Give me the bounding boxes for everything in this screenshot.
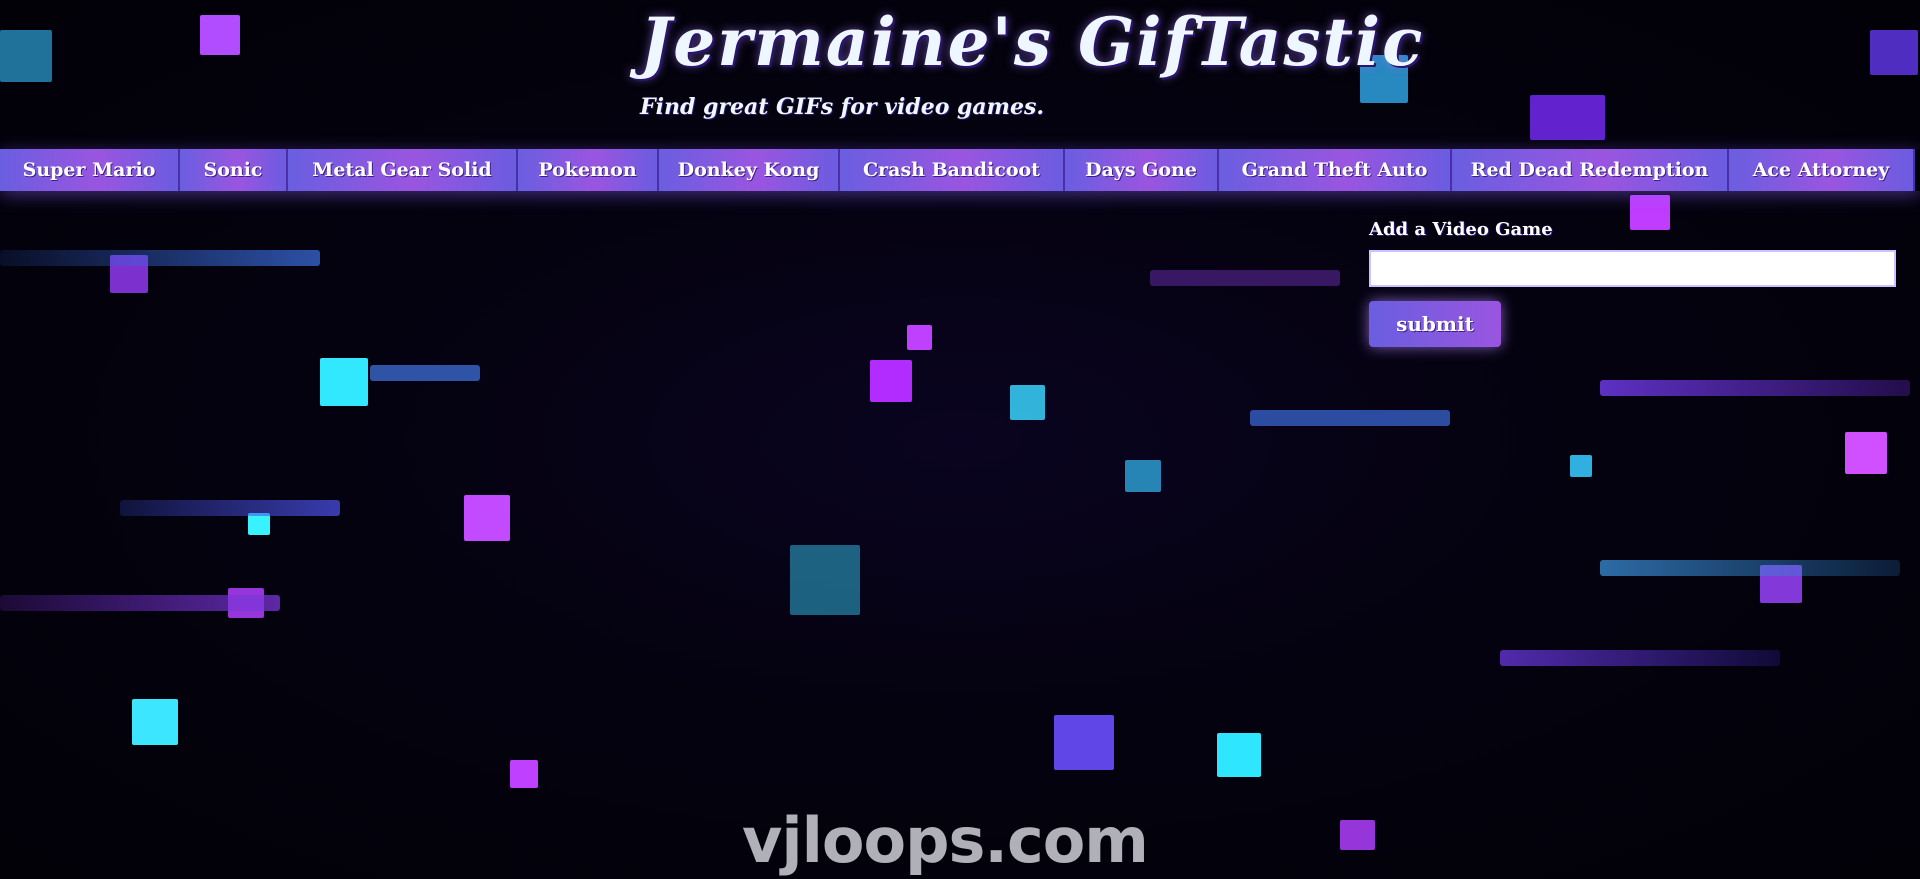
game-button-red-dead-redemption[interactable]: Red Dead Redemption: [1452, 149, 1729, 191]
game-button-metal-gear-solid[interactable]: Metal Gear Solid: [288, 149, 518, 191]
bg-streak: [1250, 410, 1450, 426]
game-button-super-mario[interactable]: Super Mario: [0, 149, 180, 191]
bg-square: [248, 513, 270, 535]
page-subtitle: Find great GIFs for video games.: [640, 94, 1045, 120]
watermark-text: vjloops.com: [742, 804, 1149, 877]
game-button-sonic[interactable]: Sonic: [180, 149, 288, 191]
bg-square: [1870, 30, 1918, 75]
bg-square: [1845, 432, 1887, 474]
bg-streak: [120, 500, 340, 516]
bg-square: [320, 358, 368, 406]
add-game-input[interactable]: [1369, 250, 1896, 287]
bg-streak: [0, 595, 280, 611]
animated-background: [0, 0, 1920, 879]
bg-square: [200, 15, 240, 55]
bg-streak: [1150, 270, 1340, 286]
bg-square: [1125, 460, 1161, 492]
game-button-pokemon[interactable]: Pokemon: [518, 149, 659, 191]
bg-square: [790, 545, 860, 615]
bg-streak: [1600, 560, 1900, 576]
bg-streak: [1500, 650, 1780, 666]
game-button-ace-attorney[interactable]: Ace Attorney: [1729, 149, 1915, 191]
game-button-donkey-kong[interactable]: Donkey Kong: [659, 149, 840, 191]
bg-square: [510, 760, 538, 788]
game-button-grand-theft-auto[interactable]: Grand Theft Auto: [1219, 149, 1452, 191]
bg-square: [1340, 820, 1375, 850]
bg-square: [1010, 385, 1045, 420]
bg-square: [0, 30, 52, 82]
page-title: Jermaine's GifTastic: [640, 3, 1425, 81]
game-button-bar: Super Mario Sonic Metal Gear Solid Pokem…: [0, 149, 1920, 191]
bg-square: [464, 495, 510, 541]
add-game-form: Add a Video Game submit: [1369, 219, 1896, 347]
bg-square: [1570, 455, 1592, 477]
bg-streak: [370, 365, 480, 381]
page: Jermaine's GifTastic Find great GIFs for…: [0, 0, 1920, 879]
submit-button[interactable]: submit: [1369, 301, 1501, 347]
bg-square: [1217, 733, 1261, 777]
bg-streak: [0, 250, 320, 266]
add-game-label: Add a Video Game: [1369, 219, 1553, 240]
bg-square: [907, 325, 932, 350]
bg-square: [132, 699, 178, 745]
game-button-crash-bandicoot[interactable]: Crash Bandicoot: [840, 149, 1065, 191]
bg-square: [1530, 95, 1605, 140]
bg-square: [1054, 715, 1114, 770]
game-button-days-gone[interactable]: Days Gone: [1065, 149, 1219, 191]
bg-streak: [1600, 380, 1910, 396]
bg-square: [870, 360, 912, 402]
